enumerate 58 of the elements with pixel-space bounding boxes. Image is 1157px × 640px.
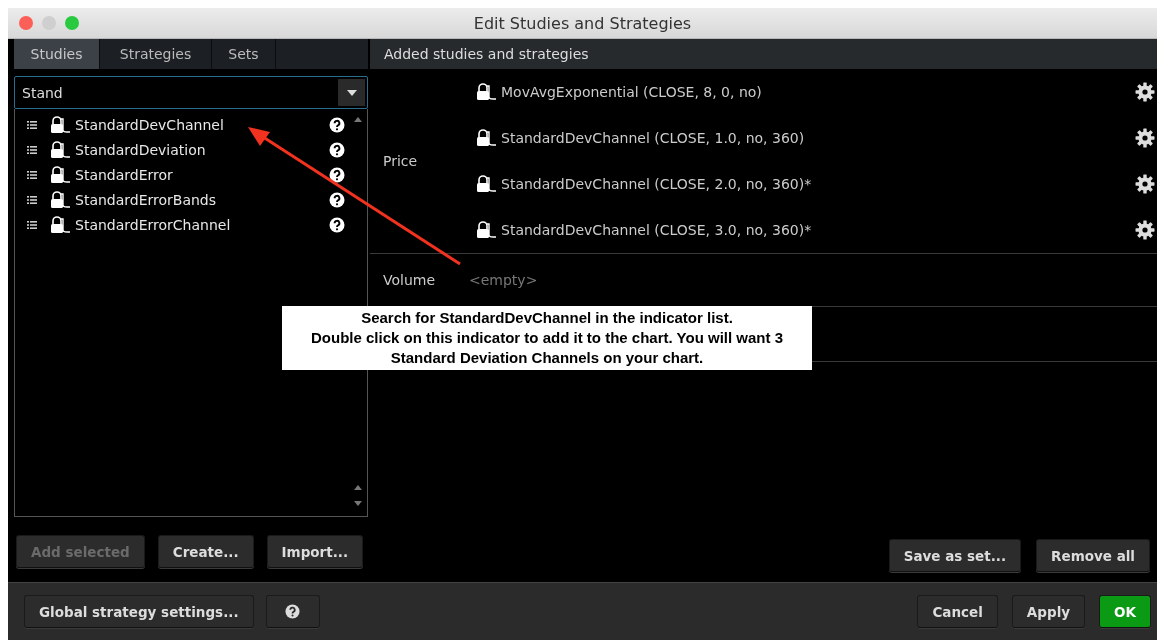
- scroll-down-icon[interactable]: [354, 501, 362, 506]
- help-icon: [285, 604, 301, 619]
- help-icon[interactable]: [329, 191, 345, 208]
- study-name[interactable]: StandardError: [75, 166, 329, 183]
- study-name[interactable]: StandardErrorChannel: [75, 216, 329, 233]
- group-label: Volume: [382, 272, 437, 288]
- study-name[interactable]: StandardDevChannel (CLOSE, 2.0, no, 360)*: [501, 176, 1135, 192]
- action-button[interactable]: Save as set...: [888, 539, 1022, 572]
- lock-icon: [49, 165, 71, 184]
- search-combobox[interactable]: Stand: [14, 76, 368, 109]
- search-field[interactable]: Stand: [15, 83, 338, 102]
- help-icon[interactable]: [329, 141, 345, 158]
- action-button[interactable]: Import...: [266, 535, 364, 568]
- list-icon: [27, 120, 37, 129]
- lock-icon: [49, 140, 71, 159]
- action-button[interactable]: Remove all: [1036, 539, 1150, 572]
- settings-icon[interactable]: [1135, 128, 1155, 148]
- lock-icon: [475, 175, 497, 193]
- dialog-button[interactable]: Cancel: [917, 595, 998, 628]
- study-name[interactable]: StandardErrorBands: [75, 191, 329, 208]
- tab[interactable]: Sets: [212, 39, 276, 69]
- study-name[interactable]: MovAvgExponential (CLOSE, 8, 0, no): [501, 84, 1135, 100]
- dialog-button[interactable]: Apply: [1011, 595, 1086, 628]
- study-name[interactable]: StandardDeviation: [75, 141, 329, 158]
- settings-button[interactable]: Global strategy settings...: [24, 595, 254, 628]
- lock-icon: [49, 115, 71, 134]
- scroll-up-icon[interactable]: [354, 485, 362, 490]
- help-button[interactable]: [265, 595, 320, 628]
- settings-icon[interactable]: [1135, 220, 1155, 240]
- list-icon: [27, 145, 37, 154]
- panel-header: Added studies and strategies: [370, 39, 1157, 69]
- lock-icon: [475, 129, 497, 147]
- window-title: Edit Studies and Strategies: [473, 13, 692, 33]
- group-note: <empty>: [469, 272, 539, 288]
- dialog-button[interactable]: OK: [1099, 595, 1151, 628]
- callout-text: Search for StandardDevChannel in the indicator list. Double click on this indicator to add it to the chart. You will want 3 Standard Deviation Channels on your chart.: [311, 308, 783, 368]
- help-icon[interactable]: [329, 116, 345, 133]
- tab[interactable]: Studies: [14, 39, 100, 69]
- lock-icon: [475, 83, 497, 101]
- dropdown-button[interactable]: [338, 79, 365, 106]
- settings-icon[interactable]: [1135, 82, 1155, 102]
- list-icon: [27, 195, 37, 204]
- list-icon: [27, 170, 37, 179]
- settings-icon[interactable]: [1135, 174, 1155, 194]
- study-name[interactable]: StandardDevChannel (CLOSE, 3.0, no, 360)*: [501, 222, 1135, 238]
- group-label: Price: [382, 153, 419, 169]
- lock-icon: [49, 190, 71, 209]
- help-icon[interactable]: [329, 216, 345, 233]
- scroll-up-icon[interactable]: [354, 117, 362, 122]
- lock-icon: [475, 221, 497, 239]
- action-button[interactable]: Create...: [157, 535, 254, 568]
- study-name[interactable]: StandardDevChannel: [75, 116, 329, 133]
- tab[interactable]: Strategies: [100, 39, 212, 69]
- caret-icon: [346, 89, 357, 96]
- help-icon[interactable]: [329, 166, 345, 183]
- list-icon: [27, 220, 37, 229]
- lock-icon: [49, 215, 71, 234]
- study-name[interactable]: StandardDevChannel (CLOSE, 1.0, no, 360): [501, 130, 1135, 146]
